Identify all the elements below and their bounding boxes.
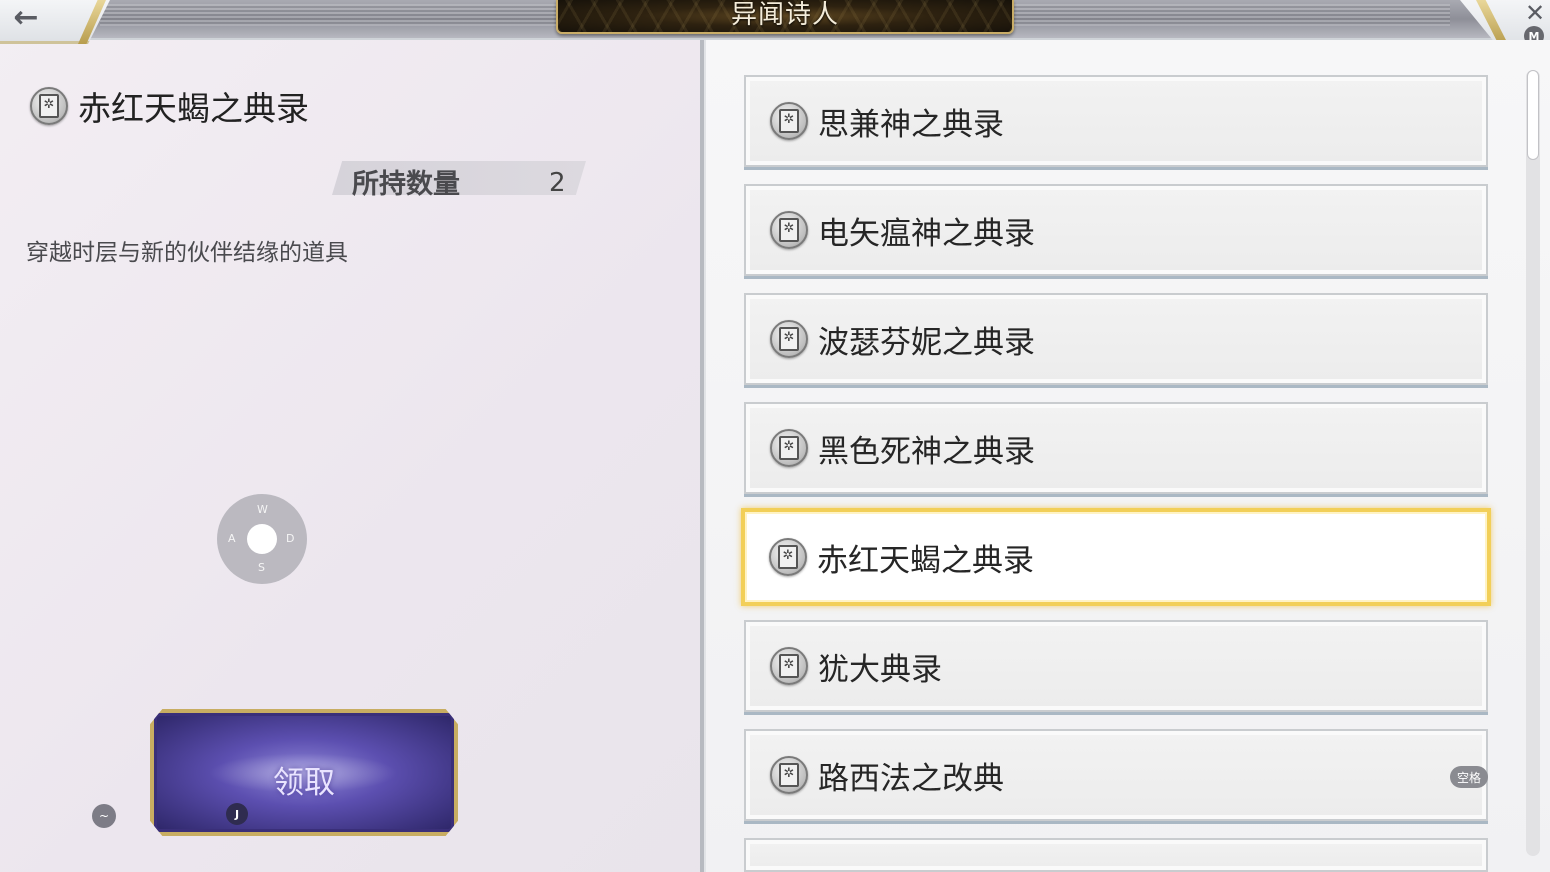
grimoire-book-icon: ✲ (770, 102, 808, 140)
claim-button[interactable]: 领取 (150, 709, 458, 836)
list-item-label: 犹大典录 (818, 651, 942, 688)
book-glyph: ✲ (39, 94, 59, 118)
tilde-key-badge[interactable]: ~ (92, 804, 116, 828)
claim-key-badge: J (226, 803, 248, 825)
list-scrollbar-track[interactable] (1526, 70, 1540, 856)
book-glyph: ✲ (779, 109, 799, 133)
list-item-label: 黑色死神之典录 (818, 433, 1035, 470)
quantity-value: 2 (549, 168, 566, 198)
title-plate: 异闻诗人 (556, 0, 1014, 34)
grimoire-book-icon: ✲ (30, 87, 68, 125)
book-glyph: ✲ (779, 654, 799, 678)
list-item-label: 思兼神之典录 (818, 106, 1004, 143)
grimoire-book-icon: ✲ (770, 429, 808, 467)
list-item[interactable]: ✲ 犹大典录 (744, 620, 1488, 712)
book-glyph: ✲ (779, 218, 799, 242)
detail-item-name: 赤红天蝎之典录 (78, 89, 309, 128)
space-key-badge: 空格 (1450, 766, 1488, 788)
list-item-label: 路西法之改典 (818, 760, 1004, 797)
book-glyph: ✲ (779, 763, 799, 787)
claim-button-label: 领取 (273, 765, 335, 801)
list-item-label: 波瑟芬妮之典录 (818, 324, 1035, 361)
list-scrollbar-thumb[interactable] (1527, 70, 1539, 160)
grimoire-book-icon: ✲ (769, 538, 807, 576)
list-item[interactable]: ✲ 波瑟芬妮之典录 (744, 293, 1488, 385)
quantity-label: 所持数量 (352, 169, 460, 200)
list-item[interactable]: ✲ 电矢瘟神之典录 (744, 184, 1488, 276)
item-description: 穿越时层与新的伙伴结缘的道具 (26, 240, 348, 266)
wasd-pad: W A D S (217, 494, 307, 584)
list-item-label: 电矢瘟神之典录 (818, 215, 1035, 252)
list-item[interactable]: ✲ 黑色死神之典录 (744, 402, 1488, 494)
wasd-key-a: A (228, 532, 236, 545)
grimoire-book-icon: ✲ (770, 320, 808, 358)
wasd-key-s: S (258, 561, 265, 574)
list-item[interactable]: ✲ 路西法之改典 (744, 729, 1488, 821)
list-item-label: 赤红天蝎之典录 (817, 542, 1034, 579)
book-glyph: ✲ (778, 545, 798, 569)
wasd-key-d: D (286, 532, 295, 545)
grimoire-book-icon: ✲ (770, 211, 808, 249)
wasd-key-w: W (257, 503, 268, 516)
detail-header: ✲ 赤红天蝎之典录 (30, 82, 309, 130)
book-glyph: ✲ (779, 436, 799, 460)
book-glyph: ✲ (779, 327, 799, 351)
grimoire-book-icon: ✲ (770, 756, 808, 794)
grimoire-book-icon: ✲ (770, 647, 808, 685)
wasd-center (247, 524, 277, 554)
list-item[interactable]: ✲ 思兼神之典录 (744, 75, 1488, 167)
list-item-partial[interactable] (744, 838, 1488, 872)
close-icon[interactable]: ✕ (1522, 0, 1548, 28)
page-title: 异闻诗人 (730, 0, 839, 30)
list-item-selected[interactable]: ✲ 赤红天蝎之典录 (741, 508, 1491, 606)
back-arrow-icon[interactable]: ← (4, 0, 48, 35)
